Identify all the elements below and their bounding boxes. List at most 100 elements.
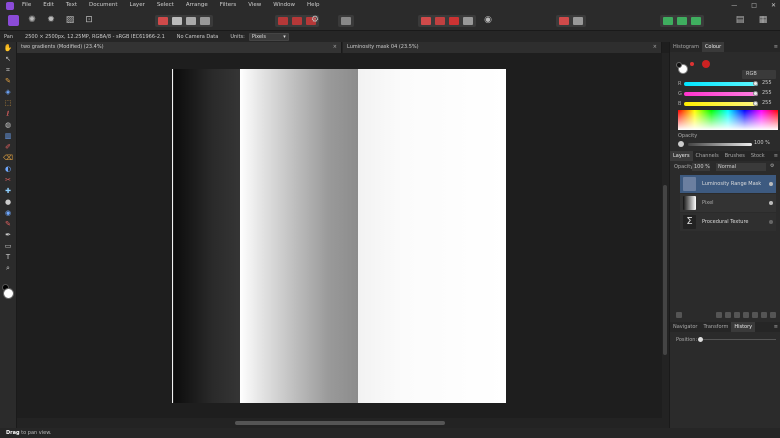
panel-menu-icon[interactable]: ≡ <box>774 322 778 332</box>
liquify-persona-icon[interactable]: ✺ <box>27 15 37 25</box>
maximize-icon[interactable]: □ <box>751 0 757 11</box>
auto-levels-icon[interactable] <box>200 17 210 25</box>
tab-navigator[interactable]: Navigator <box>670 322 700 332</box>
force-pixel-icon[interactable] <box>435 17 445 25</box>
scroll-thumb[interactable] <box>663 185 667 355</box>
marquee-tool-icon[interactable]: ⬚ <box>3 99 13 108</box>
units-select[interactable]: Pixels <box>248 32 289 41</box>
add-layer-icon[interactable] <box>752 312 758 318</box>
panel-toggle-icon[interactable]: ▤ <box>735 15 745 25</box>
colour-spectrum[interactable] <box>678 110 778 130</box>
pen-tool-icon[interactable]: ✒ <box>3 231 13 240</box>
brush-mode-icon[interactable] <box>186 17 196 25</box>
menu-arrange[interactable]: Arrange <box>186 0 208 11</box>
menu-window[interactable]: Window <box>273 0 295 11</box>
transform-icon[interactable] <box>449 17 459 25</box>
move-tool-icon[interactable]: ↖ <box>3 55 13 64</box>
mask-layer-icon[interactable] <box>716 312 722 318</box>
crop-tool-icon[interactable]: ⌗ <box>3 66 13 75</box>
slider-knob[interactable] <box>753 81 758 86</box>
text-tool-icon[interactable]: T <box>3 253 13 262</box>
paint-brush-icon[interactable]: ✐ <box>3 143 13 152</box>
tab-layers[interactable]: Layers <box>670 151 693 161</box>
blue-value[interactable]: 255 <box>762 100 772 106</box>
layer-row[interactable]: Σ Procedural Texture <box>680 213 776 231</box>
no-colour-icon[interactable] <box>690 62 694 66</box>
layer-settings-icon[interactable]: ⚙ <box>770 163 774 169</box>
smudge-brush-icon[interactable]: ✎ <box>3 220 13 229</box>
export-persona-icon[interactable]: ⊡ <box>84 15 94 25</box>
green-slider[interactable] <box>684 91 758 96</box>
tab-history[interactable]: History <box>731 322 756 332</box>
menu-layer[interactable]: Layer <box>130 0 145 11</box>
gradient-tool-icon[interactable]: ▥ <box>3 132 13 141</box>
vertical-scrollbar[interactable] <box>662 53 669 428</box>
visibility-icon[interactable] <box>769 220 773 224</box>
tone-mapping-persona-icon[interactable]: ▨ <box>65 15 75 25</box>
menu-document[interactable]: Document <box>89 0 118 11</box>
selection-brush-icon[interactable]: ✎ <box>3 77 13 86</box>
shape-tool-icon[interactable]: ▭ <box>3 242 13 251</box>
slider-knob[interactable] <box>753 101 758 106</box>
visibility-icon[interactable] <box>769 182 773 186</box>
develop-persona-icon[interactable]: ✹ <box>46 15 56 25</box>
stroke-colour-swatch[interactable] <box>676 62 682 68</box>
history-slider-knob[interactable] <box>698 337 703 342</box>
scroll-thumb[interactable] <box>235 421 445 425</box>
align-icon[interactable] <box>463 17 473 25</box>
menu-filters[interactable]: Filters <box>220 0 237 11</box>
workspace-1-icon[interactable] <box>663 17 673 25</box>
mode-add-icon[interactable] <box>292 17 302 25</box>
tab-brushes[interactable]: Brushes <box>722 151 748 161</box>
red-value[interactable]: 255 <box>762 80 772 86</box>
blue-slider[interactable] <box>684 101 758 106</box>
healing-brush-icon[interactable]: ✚ <box>3 187 13 196</box>
erase-brush-icon[interactable]: ⌫ <box>3 154 13 163</box>
adjustment-layer-icon[interactable] <box>725 312 731 318</box>
workspace-3-icon[interactable] <box>691 17 701 25</box>
more-icon[interactable]: ▦ <box>758 15 768 25</box>
menu-view[interactable]: View <box>248 0 261 11</box>
visibility-icon[interactable] <box>769 201 773 205</box>
panel-menu-icon[interactable]: ≡ <box>774 151 778 161</box>
layer-opacity-field[interactable]: 100 % <box>692 163 710 171</box>
dodge-brush-icon[interactable]: ◐ <box>3 165 13 174</box>
blemish-tool-icon[interactable]: ● <box>3 198 13 207</box>
primary-colour-swatch[interactable] <box>3 288 14 299</box>
close-tab-icon[interactable]: × <box>653 42 657 53</box>
red-eye-icon[interactable]: ◉ <box>3 209 13 218</box>
layer-row[interactable]: Pixel <box>680 194 776 212</box>
layer-row[interactable]: Luminosity Range Mask <box>680 175 776 193</box>
freehand-select-icon[interactable]: ℓ <box>3 110 13 119</box>
menu-edit[interactable]: Edit <box>43 0 54 11</box>
refine-icon[interactable] <box>172 17 182 25</box>
panel-menu-icon[interactable]: ≡ <box>774 42 778 52</box>
tab-histogram[interactable]: Histogram <box>670 42 702 52</box>
menu-file[interactable]: File <box>22 0 31 11</box>
snapping-icon[interactable] <box>421 17 431 25</box>
zoom-tool-icon[interactable]: ⌕ <box>3 264 13 273</box>
delete-layer-icon[interactable] <box>770 312 776 318</box>
tab-stock[interactable]: Stock <box>748 151 768 161</box>
menu-select[interactable]: Select <box>157 0 174 11</box>
blend-mode-select[interactable]: Normal <box>716 163 766 171</box>
tab-luminosity-mask[interactable]: Luminosity mask 04 (23.5%) × <box>343 42 662 53</box>
photo-persona-icon[interactable] <box>8 15 19 26</box>
opacity-value[interactable]: 100 % <box>754 140 770 146</box>
mode-new-icon[interactable] <box>278 17 288 25</box>
history-slider[interactable] <box>698 339 776 340</box>
arrange-icon[interactable] <box>341 17 351 25</box>
minimize-icon[interactable]: — <box>731 0 737 11</box>
flood-select-icon[interactable]: ◈ <box>3 88 13 97</box>
live-filter-icon[interactable] <box>734 312 740 318</box>
pixel-layer-icon[interactable] <box>761 312 767 318</box>
tab-transform[interactable]: Transform <box>700 322 731 332</box>
workspace-2-icon[interactable] <box>677 17 687 25</box>
tab-channels[interactable]: Channels <box>693 151 722 161</box>
flood-fill-icon[interactable]: ◍ <box>3 121 13 130</box>
tab-two-gradients[interactable]: two gradients (Modified) (23.4%) × <box>17 42 342 53</box>
split-view-icon[interactable] <box>573 17 583 25</box>
group-layer-icon[interactable] <box>743 312 749 318</box>
pan-tool-icon[interactable]: ✋ <box>3 44 13 53</box>
slider-knob[interactable] <box>753 91 758 96</box>
